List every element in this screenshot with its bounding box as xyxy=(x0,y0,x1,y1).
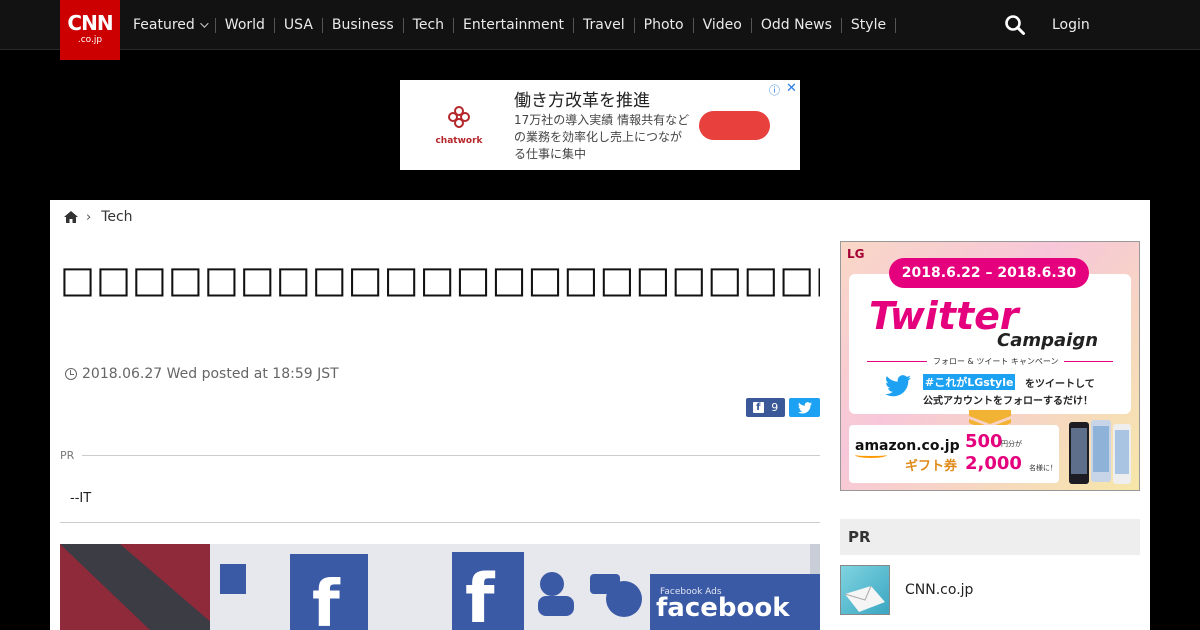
nav-item-usa[interactable]: USA xyxy=(275,16,323,33)
share-buttons: f 9 xyxy=(746,398,820,417)
nav-label: Photo xyxy=(643,16,684,33)
nav-item-world[interactable]: World xyxy=(216,16,275,33)
nav-label: Travel xyxy=(583,16,625,33)
close-icon[interactable]: ✕ xyxy=(786,81,797,96)
svg-text:Facebook Ads: Facebook Ads xyxy=(660,587,722,597)
logo-text: CNN xyxy=(67,11,113,35)
nav-label: USA xyxy=(283,16,313,33)
nav-label: World xyxy=(224,16,265,33)
chatwork-logo: chatwork xyxy=(430,106,488,146)
chatwork-ad-banner[interactable]: chatwork 働き方改革を推進 17万社の導入実績 情報共有などの業務を効率… xyxy=(400,80,800,170)
cnn-logo[interactable]: CNN .co.jp xyxy=(60,0,120,60)
nav-label: Video xyxy=(702,16,742,33)
chatwork-flower-icon xyxy=(448,106,470,128)
nav-item-business[interactable]: Business xyxy=(323,16,404,33)
ad-cta-button[interactable] xyxy=(699,111,770,140)
sidebar-pr-heading: PR xyxy=(840,519,1140,555)
chatwork-brand: chatwork xyxy=(435,136,483,146)
lg-instruction-1: をツイートして xyxy=(1025,379,1095,390)
gift-amount: 500 xyxy=(965,431,1003,452)
pr-text-link[interactable]: --IT xyxy=(70,491,91,506)
nav-label: Odd News xyxy=(760,16,832,33)
svg-text:facebook: facebook xyxy=(656,593,790,623)
dateline-text: 2018.06.27 Wed posted at 18:59 JST xyxy=(82,366,339,382)
nav-label: Featured xyxy=(133,16,195,33)
lg-logo: LG xyxy=(847,247,865,261)
info-icon[interactable]: ⓘ xyxy=(769,82,780,98)
top-nav-bar: CNN .co.jp Featured World USA Business T… xyxy=(0,0,1200,60)
article-photo: f f facebook Facebook Ads xyxy=(60,544,820,630)
logo-subtext: .co.jp xyxy=(77,35,103,45)
twitter-icon xyxy=(797,401,812,414)
gift-card-text: ギフト券 xyxy=(905,459,958,474)
breadcrumb-separator: › xyxy=(86,209,92,225)
chevron-down-icon xyxy=(199,19,209,28)
home-icon[interactable] xyxy=(64,211,78,223)
nav-item-style[interactable]: Style xyxy=(842,16,897,33)
ad-headline: 働き方改革を推進 xyxy=(514,91,650,111)
lg-phones-image xyxy=(1069,420,1131,484)
nav-item-odd-news[interactable]: Odd News xyxy=(752,16,842,33)
lg-hashtag: #これがLGstyle xyxy=(923,374,1016,390)
main-nav: Featured World USA Business Tech Enterta… xyxy=(124,0,897,50)
svg-text:f: f xyxy=(312,568,341,630)
nav-item-photo[interactable]: Photo xyxy=(635,16,694,33)
envelope-icon xyxy=(844,585,885,612)
pr-divider xyxy=(82,455,820,456)
article-headline: □□□□□□□□□□□□□□□□□□□□□□□□□□□□□□□□□□□□ xyxy=(60,258,820,301)
lg-follow-text: フォロー & ツイート キャンペーン xyxy=(927,356,1065,367)
nav-item-tech[interactable]: Tech xyxy=(404,16,455,33)
nav-label: Entertainment xyxy=(463,16,565,33)
winner-count: 2,000 xyxy=(965,453,1022,474)
breadcrumb-section[interactable]: Tech xyxy=(101,209,132,225)
facebook-icon: f xyxy=(752,402,764,413)
search-icon[interactable] xyxy=(1004,14,1026,36)
amazon-gift-box: amazon.co.jp ギフト券 500 円分が 2,000 名様に！ xyxy=(849,425,1059,483)
article-dateline: 2018.06.27 Wed posted at 18:59 JST xyxy=(65,366,339,382)
facebook-photo-image: f f facebook Facebook Ads xyxy=(60,544,820,630)
pr-item-title: CNN.co.jp xyxy=(905,582,974,598)
nav-label: Style xyxy=(850,16,887,33)
login-link[interactable]: Login xyxy=(1052,17,1090,33)
nav-label: Business xyxy=(331,16,394,33)
twitter-share-button[interactable] xyxy=(789,398,820,417)
winner-count-suffix: 名様に！ xyxy=(1029,464,1057,472)
svg-text:f: f xyxy=(465,560,496,630)
sidebar-pr-item[interactable]: CNN.co.jp xyxy=(840,565,1140,615)
lg-campaign-dates: 2018.6.22 – 2018.6.30 xyxy=(889,258,1089,288)
nav-item-video[interactable]: Video xyxy=(694,16,752,33)
nav-item-featured[interactable]: Featured xyxy=(124,16,216,33)
amazon-text: amazon.co.jp xyxy=(855,438,960,454)
nav-item-entertainment[interactable]: Entertainment xyxy=(454,16,575,33)
lg-campaign-subtitle: Campaign xyxy=(997,330,1099,351)
nav-item-travel[interactable]: Travel xyxy=(574,16,635,33)
sidebar-pr-label: PR xyxy=(848,528,871,546)
facebook-share-button[interactable]: f 9 xyxy=(746,398,785,417)
pr-item-thumbnail xyxy=(840,565,890,615)
content-panel: › Tech □□□□□□□□□□□□□□□□□□□□□□□□□□□□□□□□□… xyxy=(50,200,1150,630)
pr-bottom-divider xyxy=(60,522,820,523)
twitter-bird-icon xyxy=(885,375,911,397)
pr-label: PR xyxy=(60,449,75,462)
gift-amount-suffix: 円分が xyxy=(1001,440,1022,448)
lg-instruction-2: 公式アカウントをフォローするだけ！ xyxy=(923,396,1093,407)
clock-icon xyxy=(65,368,77,380)
facebook-share-count: 9 xyxy=(771,401,779,414)
nav-label: Tech xyxy=(412,16,445,33)
breadcrumb: › Tech xyxy=(64,209,133,225)
ad-body: 17万社の導入実績 情報共有などの業務を効率化し売上につながる仕事に集中 xyxy=(514,113,690,161)
lg-twitter-campaign-ad[interactable]: LG 2018.6.22 – 2018.6.30 Twitter Campaig… xyxy=(840,241,1140,491)
